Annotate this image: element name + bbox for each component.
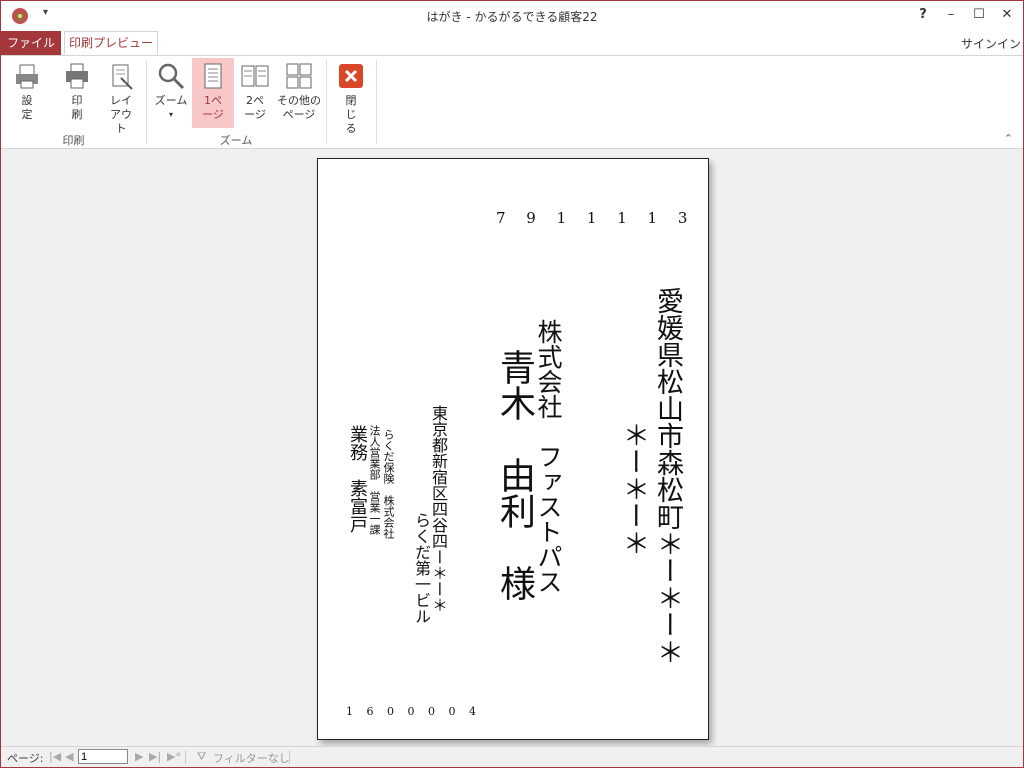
tab-print-preview[interactable]: 印刷プレビュー xyxy=(64,31,158,55)
sender-name: 業務 素富戸 xyxy=(347,425,368,533)
sender-company-line1: らくだ保険 株式会社 xyxy=(382,429,395,539)
close-preview-icon xyxy=(337,62,365,90)
previous-page-icon[interactable]: ◀ xyxy=(65,750,73,763)
page-setup-icon xyxy=(13,62,41,90)
one-page-icon xyxy=(199,62,227,90)
layout-button[interactable]: レイアウト xyxy=(101,58,141,135)
filter-status[interactable]: フィルターなし xyxy=(213,750,290,766)
ribbon: 設定 印刷 レイアウト 印刷 ズーム ▾ 1ページ 2ページ その他のページ ズ… xyxy=(1,56,1023,149)
status-bar: ページ: |◀ ◀ ▶ ▶| ▶* ⛛ フィルターなし xyxy=(1,746,1023,767)
recipient-zip: 7 9 1 1 1 1 3 xyxy=(496,209,696,227)
two-pages-label: 2ページ xyxy=(244,94,266,121)
magnifier-icon xyxy=(157,62,185,90)
postcard-page: 7 9 1 1 1 1 3 愛媛県松山市森松町＊ー＊ー＊ ＊ー＊ー＊ 株式会社 … xyxy=(317,158,709,740)
more-pages-label: その他のページ xyxy=(277,94,321,121)
layout-icon xyxy=(107,62,135,90)
zoom-button[interactable]: ズーム ▾ xyxy=(151,58,191,128)
recipient-name: 青木 由利 様 xyxy=(494,349,535,601)
status-separator xyxy=(289,750,290,764)
page-nav-label: ページ: xyxy=(7,752,44,765)
print-group-label: 印刷 xyxy=(62,134,85,147)
status-separator xyxy=(185,750,186,764)
maximize-button[interactable]: ☐ xyxy=(967,5,991,25)
tab-file[interactable]: ファイル xyxy=(1,31,61,55)
one-page-label: 1ページ xyxy=(202,94,224,121)
help-button[interactable]: ? xyxy=(911,5,935,25)
collapse-ribbon-icon[interactable]: ⌃ xyxy=(1004,132,1013,145)
zoom-group-label: ズーム xyxy=(219,134,253,147)
recipient-address-line1: 愛媛県松山市森松町＊ー＊ー＊ xyxy=(652,287,683,665)
print-button[interactable]: 印刷 xyxy=(57,58,97,128)
filter-icon: ⛛ xyxy=(197,750,207,763)
last-page-icon[interactable]: ▶| xyxy=(149,750,161,763)
zoom-label: ズーム xyxy=(154,94,188,107)
group-separator xyxy=(376,60,377,144)
group-separator xyxy=(326,60,327,144)
page-setup-label: 設定 xyxy=(21,94,33,121)
app-window: ▾ はがき - かるがるできる顧客22 ? – ☐ ✕ ファイル 印刷プレビュー… xyxy=(0,0,1024,768)
recipient-address-line2: ＊ー＊ー＊ xyxy=(618,421,649,556)
sender-address-line2: らくだ第一ビル xyxy=(412,512,431,624)
sender-zip: 1 6 0 0 0 0 4 xyxy=(346,705,481,718)
ribbon-tab-row: ファイル 印刷プレビュー サインイン xyxy=(1,31,1023,56)
two-pages-button[interactable]: 2ページ xyxy=(237,58,273,128)
new-record-icon[interactable]: ▶* xyxy=(167,750,181,763)
close-window-button[interactable]: ✕ xyxy=(995,5,1019,25)
more-pages-button[interactable]: その他のページ xyxy=(275,58,323,128)
print-preview-area[interactable]: 7 9 1 1 1 1 3 愛媛県松山市森松町＊ー＊ー＊ ＊ー＊ー＊ 株式会社 … xyxy=(1,149,1023,746)
print-label: 印刷 xyxy=(71,94,83,121)
one-page-button[interactable]: 1ページ xyxy=(192,58,234,128)
minimize-button[interactable]: – xyxy=(939,5,963,25)
window-title: はがき - かるがるできる顧客22 xyxy=(426,10,598,24)
signin-link[interactable]: サインイン xyxy=(961,35,1021,52)
two-pages-icon xyxy=(241,62,269,90)
more-pages-icon xyxy=(285,62,313,90)
close-preview-button[interactable]: 閉じる xyxy=(333,58,369,135)
zoom-dropdown-icon: ▾ xyxy=(168,110,173,119)
first-page-icon[interactable]: |◀ xyxy=(49,750,61,763)
next-page-icon[interactable]: ▶ xyxy=(135,750,143,763)
layout-label: レイアウト xyxy=(110,94,132,135)
close-preview-label: 閉じる xyxy=(345,94,357,135)
title-bar: ▾ はがき - かるがるできる顧客22 ? – ☐ ✕ xyxy=(1,1,1023,31)
page-number-input[interactable] xyxy=(78,749,128,764)
page-setup-button[interactable]: 設定 xyxy=(7,58,47,128)
printer-icon xyxy=(63,62,91,90)
